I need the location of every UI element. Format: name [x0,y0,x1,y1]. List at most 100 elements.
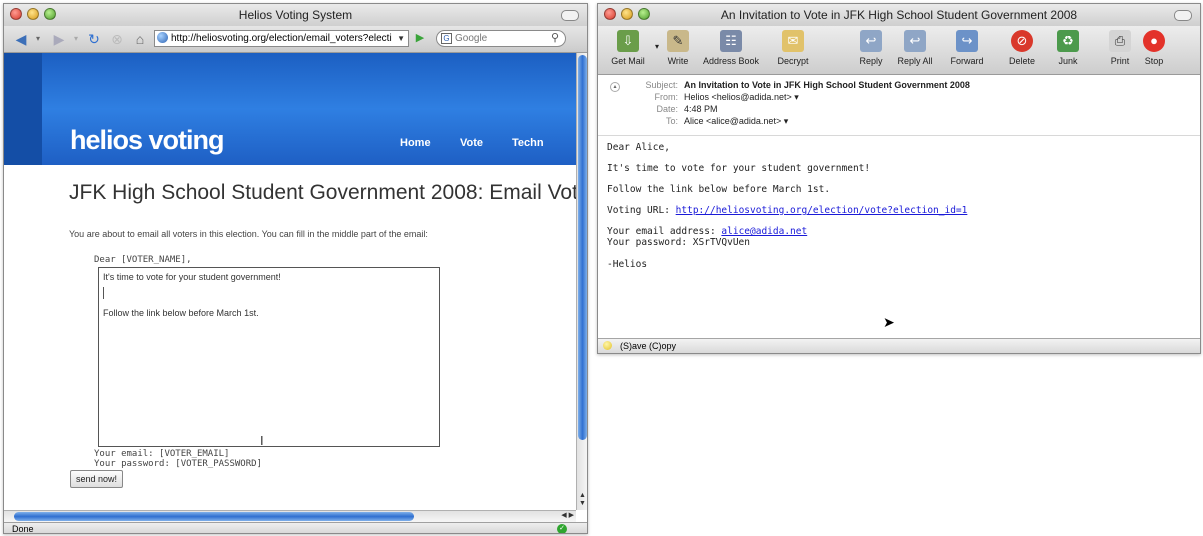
voting-url-link[interactable]: http://heliosvoting.org/election/vote?el… [676,205,968,216]
toolbar-toggle-icon[interactable] [1174,10,1192,21]
close-icon[interactable] [604,8,616,20]
page-title: JFK High School Student Government 2008:… [69,181,576,204]
url-dropdown-icon[interactable]: ▼ [397,31,405,46]
email-body-line: It's time to vote for your student gover… [103,272,281,282]
stop-icon[interactable]: ⊗ [107,30,127,48]
home-icon[interactable]: ⌂ [130,30,150,48]
vertical-scrollbar[interactable]: ▲ ▼ [576,53,587,510]
reply-all-button[interactable]: ↩ Reply All [892,30,938,66]
reply-button[interactable]: ↩ Reply [854,30,888,66]
address-book-button[interactable]: ☷ Address Book [698,30,764,66]
signature-line: -Helios [607,259,648,270]
decrypt-icon: ✉ [782,30,804,52]
print-button[interactable]: ⎙ Print [1104,30,1136,66]
lightbulb-icon [603,341,612,350]
send-now-button[interactable]: send now! [70,470,124,488]
site-logo[interactable]: helios voting [70,125,225,156]
toolbar-label: Delete [1008,56,1035,66]
browser-window: Helios Voting System ◀ ▾ ▶ ▾ ↻ ⊗ ⌂ http:… [3,3,588,534]
back-menu-icon[interactable]: ▾ [34,30,42,48]
toolbar-label: Decrypt [777,56,809,66]
junk-button[interactable]: ♻ Junk [1050,30,1086,66]
minimize-icon[interactable] [27,8,39,20]
date-value: 4:48 PM [684,104,718,114]
reload-icon[interactable]: ↻ [84,30,104,48]
ibeam-cursor-icon: I [260,433,264,448]
status-text: Done [12,524,34,534]
search-field[interactable]: G Google ⚲ [436,30,566,47]
forward-arrow-icon[interactable]: ▶ [48,30,70,48]
junk-icon: ♻ [1057,30,1079,52]
stop-icon: ● [1143,30,1165,52]
reply-icon: ↩ [860,30,882,52]
date-label: Date: [656,104,678,114]
printer-icon: ⎙ [1109,30,1131,52]
message-headers: ▴ Subject: An Invitation to Vote in JFK … [598,75,1200,136]
url-text: http://heliosvoting.org/election/email_v… [171,33,392,44]
search-placeholder: Google [455,33,488,44]
search-icon[interactable]: ⚲ [551,31,559,46]
from-value[interactable]: Helios <helios@adida.net> ▾ [684,92,799,103]
toolbar-toggle-icon[interactable] [561,10,579,21]
page-intro: You are about to email all voters in thi… [69,229,428,239]
vertical-scroll-thumb[interactable] [578,55,587,440]
pencil-icon: ✎ [667,30,689,52]
toolbar-label: Reply [859,56,883,66]
go-icon[interactable]: ▶ [411,30,429,47]
address-book-icon: ☷ [720,30,742,52]
subject-label: Subject: [645,80,678,90]
decrypt-button[interactable]: ✉ Decrypt [768,30,818,66]
toolbar-label: Junk [1058,56,1078,66]
email-address-link[interactable]: alice@adida.net [721,226,807,237]
horizontal-scroll-thumb[interactable] [14,512,414,521]
forward-menu-icon[interactable]: ▾ [72,30,80,48]
vertical-scroll-arrows[interactable]: ▲ ▼ [578,492,587,508]
voting-url-label: Voting URL: [607,205,670,216]
nav-vote[interactable]: Vote [460,137,483,149]
greeting-line: Dear Alice, [607,142,670,153]
nav-home[interactable]: Home [400,137,431,149]
horizontal-scroll-arrows[interactable]: ◀ ▶ [561,511,574,519]
to-value[interactable]: Alice <alice@adida.net> ▾ [684,116,788,127]
voting-url-line: Voting URL: http://heliosvoting.org/elec… [607,205,967,216]
mail-title: An Invitation to Vote in JFK High School… [720,8,1078,22]
email-body-line: Follow the link below before March 1st. [103,308,259,318]
get-mail-icon: ⇩ [617,30,639,52]
status-ok-icon: ✓ [557,524,567,533]
browser-titlebar: Helios Voting System [4,4,587,27]
subject-value: An Invitation to Vote in JFK High School… [684,80,970,90]
toolbar-label: Forward [950,56,984,66]
email-address-label: Your email address: [607,226,716,237]
toolbar-label: Write [667,56,689,66]
stop-button[interactable]: ● Stop [1138,30,1170,66]
header-accent [4,53,42,165]
search-engine-icon[interactable]: G [441,33,452,44]
get-mail-button[interactable]: ⇩ Get Mail [606,30,650,66]
write-button[interactable]: ✎ Write [660,30,696,66]
forward-button[interactable]: ↪ Forward [944,30,990,66]
window-controls [10,8,56,20]
nav-technology[interactable]: Techn [512,137,544,149]
toolbar-label: Address Book [702,56,760,66]
url-field[interactable]: http://heliosvoting.org/election/email_v… [154,30,409,47]
email-body-textarea[interactable]: It's time to vote for your student gover… [98,267,440,447]
zoom-icon[interactable] [44,8,56,20]
mail-window: An Invitation to Vote in JFK High School… [597,3,1201,354]
horizontal-scrollbar[interactable]: ◀ ▶ [4,510,576,522]
email-footer-email: Your email: [VOTER_EMAIL] [94,449,230,459]
site-header: helios voting Home Vote Techn [4,53,576,165]
email-greeting: Dear [VOTER_NAME], [94,255,192,265]
page-body: JFK High School Student Government 2008:… [42,165,576,495]
zoom-icon[interactable] [638,8,650,20]
minimize-icon[interactable] [621,8,633,20]
from-label: From: [654,92,679,102]
back-arrow-icon[interactable]: ◀ [10,30,32,48]
toolbar-label: Reply All [897,56,933,66]
toolbar-label: Print [1110,56,1130,66]
toolbar-label: Get Mail [611,56,645,66]
mail-status-text: (S)ave (C)opy [620,341,677,351]
delete-button[interactable]: ⊘ Delete [1002,30,1042,66]
close-icon[interactable] [10,8,22,20]
browser-toolbar: ◀ ▾ ▶ ▾ ↻ ⊗ ⌂ http://heliosvoting.org/el… [4,26,587,53]
mail-statusbar: (S)ave (C)opy [598,338,1200,353]
